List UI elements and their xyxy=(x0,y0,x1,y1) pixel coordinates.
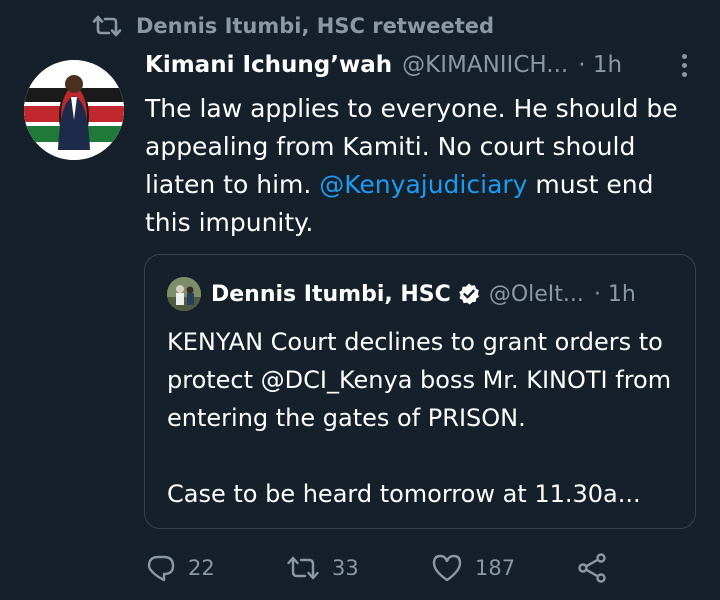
retweet-button[interactable]: 33 xyxy=(286,555,431,581)
mention-link[interactable]: @Kenyajudiciary xyxy=(319,170,527,199)
reply-icon xyxy=(146,553,176,583)
quoted-tweet-text: KENYAN Court declines to grant orders to… xyxy=(167,328,672,508)
quoted-tweet-timestamp[interactable]: · 1h xyxy=(594,282,636,307)
avatar[interactable] xyxy=(24,60,124,160)
tweet-header: Kimani Ichung’wah @KIMANIICH... · 1h xyxy=(145,52,695,78)
quoted-author-handle[interactable]: @OleIt... xyxy=(489,282,584,307)
share-button[interactable] xyxy=(576,552,608,584)
more-options-icon[interactable] xyxy=(682,53,687,77)
like-count: 187 xyxy=(475,556,516,580)
like-button[interactable]: 187 xyxy=(431,553,576,583)
quoted-tweet-header: Dennis Itumbi, HSC @OleIt... · 1h xyxy=(167,277,681,311)
retweet-icon xyxy=(92,14,122,38)
author-name[interactable]: Kimani Ichung’wah xyxy=(145,52,392,78)
retweet-count: 33 xyxy=(332,556,359,580)
verified-badge-icon xyxy=(457,282,481,306)
reply-count: 22 xyxy=(188,556,215,580)
author-handle[interactable]: @KIMANIICH... xyxy=(402,52,568,78)
tweet-text: The law applies to everyone. He should b… xyxy=(145,90,705,242)
heart-icon xyxy=(431,553,463,583)
retweet-action-icon xyxy=(286,555,320,581)
retweet-context-label: Dennis Itumbi, HSC retweeted xyxy=(136,14,495,38)
quoted-author-name[interactable]: Dennis Itumbi, HSC xyxy=(211,282,451,307)
quoted-tweet-card[interactable]: Dennis Itumbi, HSC @OleIt... · 1h KENYAN… xyxy=(144,254,696,529)
reply-button[interactable]: 22 xyxy=(146,553,286,583)
share-icon xyxy=(576,552,608,584)
retweet-context[interactable]: Dennis Itumbi, HSC retweeted xyxy=(92,14,494,38)
quoted-avatar xyxy=(167,277,201,311)
tweet-actions: 22 33 187 xyxy=(146,552,616,584)
tweet-timestamp[interactable]: · 1h xyxy=(578,52,622,78)
